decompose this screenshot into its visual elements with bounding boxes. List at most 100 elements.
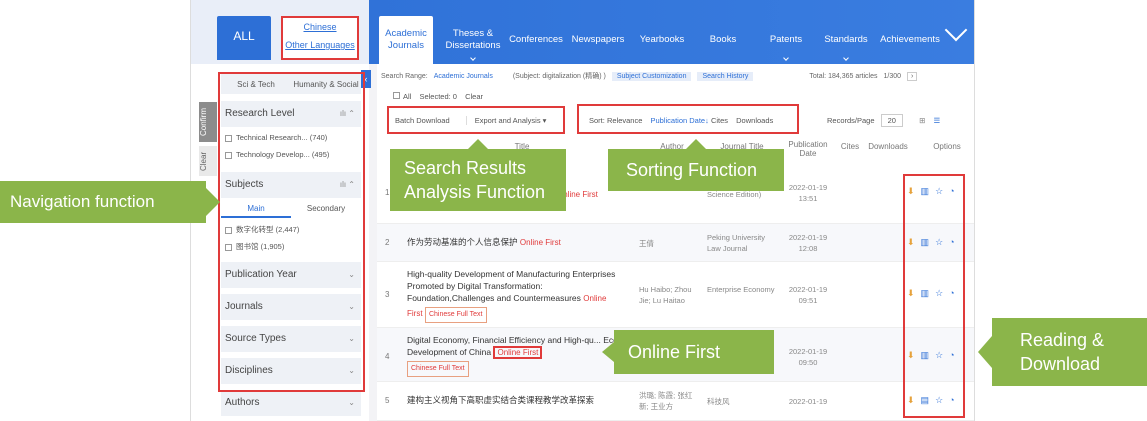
authors-header[interactable]: Authors ⌄ bbox=[221, 390, 361, 416]
online-first-callout: Online First bbox=[602, 330, 774, 374]
row-author[interactable]: Hu Haibo; Zhou Jie; Lu Haitao bbox=[639, 284, 699, 306]
chevron-down-icon: ⌄ bbox=[348, 398, 355, 407]
records-per-page: Records/Page 20 ⊞ ☰ bbox=[827, 114, 974, 127]
col-publication-date: Publication Date bbox=[788, 140, 828, 158]
chinese-link[interactable]: Chinese bbox=[283, 18, 357, 36]
chevron-down-icon bbox=[783, 55, 789, 61]
row-number: 2 bbox=[385, 238, 390, 247]
selected-count: Selected: 0 bbox=[419, 92, 457, 101]
tab-books[interactable]: Books bbox=[701, 16, 745, 64]
col-options: Options bbox=[933, 142, 961, 151]
row-date-time: 13:51 bbox=[798, 194, 818, 203]
tab-theses[interactable]: Theses & Dissertations bbox=[441, 16, 505, 64]
reading-download-callout: Reading & Download bbox=[978, 318, 1147, 386]
row-title[interactable]: 建构主义视角下高职虚实结合类课程教学改革探索 bbox=[407, 394, 621, 406]
tab-newspapers[interactable]: Newspapers bbox=[569, 16, 627, 64]
grid-view-icon[interactable]: ⊞ bbox=[919, 116, 925, 125]
row-date-day: 2022-01-19 bbox=[788, 183, 828, 192]
sidebar: Sci & Tech Humanity & Social ‹ Confirm C… bbox=[191, 64, 371, 421]
tab-patents-label: Patents bbox=[769, 34, 803, 45]
search-info-bar: Search Range: Academic Journals (Subject… bbox=[377, 68, 974, 84]
tab-theses-label: Theses & Dissertations bbox=[445, 28, 501, 51]
row-date-day: 2022-01-19 bbox=[788, 285, 828, 294]
list-view-icon[interactable]: ☰ bbox=[933, 116, 940, 125]
section-label: Authors bbox=[225, 397, 260, 408]
sort-publication-date[interactable]: Publication Date↓ bbox=[650, 116, 708, 125]
tab-standards[interactable]: Standards bbox=[821, 16, 871, 64]
next-page-icon[interactable]: › bbox=[907, 71, 918, 81]
row-title-text: 作为劳动基准的个人信息保护 bbox=[407, 237, 518, 247]
row-date-day: 2022-01-19 bbox=[788, 233, 828, 242]
language-selector: Chinese Other Languages bbox=[281, 16, 359, 60]
tab-standards-label: Standards bbox=[824, 34, 868, 45]
row-title[interactable]: 作为劳动基准的个人信息保护 Online First bbox=[407, 236, 621, 249]
full-text-tag[interactable]: Chinese Full Text bbox=[424, 307, 487, 323]
clear-selection-link[interactable]: Clear bbox=[465, 92, 483, 101]
navigation-callout: Navigation function bbox=[0, 181, 220, 223]
row-date: 2022-01-19 bbox=[783, 396, 833, 407]
online-first-tag: Online First bbox=[493, 346, 543, 359]
chevron-down-icon bbox=[470, 55, 476, 61]
search-range-value[interactable]: Academic Journals bbox=[434, 73, 493, 80]
sort-downloads[interactable]: Downloads bbox=[736, 116, 773, 125]
row-author[interactable]: 王倩 bbox=[639, 238, 699, 249]
row-number: 4 bbox=[385, 352, 390, 361]
records-label: Records/Page bbox=[827, 116, 875, 125]
subject-customization-button[interactable]: Subject Customization bbox=[611, 71, 692, 81]
row-number: 1 bbox=[385, 188, 390, 197]
row-number: 3 bbox=[385, 290, 390, 299]
confirm-button[interactable]: Confirm bbox=[199, 102, 217, 142]
selection-row: All Selected: 0 Clear bbox=[393, 92, 974, 101]
row-date-day: 2022-01-19 bbox=[788, 347, 828, 356]
full-text-tag[interactable]: Chinese Full Text bbox=[407, 361, 469, 377]
row-date: 2022-01-19 09:51 bbox=[783, 284, 833, 306]
tab-academic-journals[interactable]: Academic Journals bbox=[379, 16, 433, 64]
tab-patents[interactable]: Patents bbox=[761, 16, 811, 64]
row-number: 5 bbox=[385, 396, 390, 405]
row-journal[interactable]: Peking University Law Journal bbox=[707, 232, 777, 254]
col-downloads: Downloads bbox=[868, 142, 908, 151]
row-date-time: 12:08 bbox=[798, 244, 818, 253]
col-cites: Cites bbox=[840, 142, 860, 151]
records-select[interactable]: 20 bbox=[880, 114, 903, 127]
table-row[interactable]: 3 High-quality Development of Manufactur… bbox=[377, 262, 974, 328]
row-date-day: 2022-01-19 bbox=[788, 397, 828, 406]
row-author[interactable]: 洪璐; 陈霞; 张红新; 王业方 bbox=[639, 390, 699, 412]
clear-button[interactable]: Clear bbox=[199, 146, 217, 176]
row-title-text: 建构主义视角下高职虚实结合类课程教学改革探索 bbox=[407, 395, 595, 405]
analysis-callout: Search Results Analysis Function bbox=[390, 139, 566, 211]
online-first-tag: Online First bbox=[519, 238, 561, 247]
all-label: All bbox=[403, 92, 412, 101]
sort-relevance[interactable]: Relevance bbox=[607, 116, 642, 125]
all-tab[interactable]: ALL bbox=[217, 16, 271, 60]
batch-download-button[interactable]: Batch Download bbox=[395, 116, 450, 125]
sort-cites[interactable]: Cites bbox=[711, 116, 728, 125]
navigation-highlight-box bbox=[218, 72, 365, 392]
table-row[interactable]: 2 作为劳动基准的个人信息保护 Online First 王倩 Peking U… bbox=[377, 224, 974, 262]
export-analysis-button[interactable]: Export and Analysis ▾ bbox=[465, 116, 547, 125]
subject-query: (Subject: digitalization (精确) ) bbox=[512, 73, 606, 80]
row-journal[interactable]: 科技风 bbox=[707, 396, 777, 407]
row-date-time: 09:51 bbox=[798, 296, 818, 305]
total-count: Total: 184,365 articles bbox=[809, 72, 878, 80]
sort-label: Sort: bbox=[589, 116, 605, 125]
reading-download-highlight-box bbox=[903, 174, 965, 418]
sorting-callout: Sorting Function bbox=[608, 139, 784, 191]
screenshot-frame: ALL Chinese Other Languages Academic Jou… bbox=[190, 0, 975, 421]
row-date: 2022-01-19 13:51 bbox=[783, 182, 833, 204]
other-languages-link[interactable]: Other Languages bbox=[283, 36, 357, 54]
row-title[interactable]: High-quality Development of Manufacturin… bbox=[407, 268, 621, 323]
select-all-checkbox[interactable] bbox=[393, 92, 400, 99]
table-row[interactable]: 5 建构主义视角下高职虚实结合类课程教学改革探索 洪璐; 陈霞; 张红新; 王业… bbox=[377, 382, 974, 421]
page-indicator: 1/300 bbox=[883, 72, 902, 80]
search-range-label: Search Range: bbox=[381, 72, 428, 80]
chevron-down-icon bbox=[843, 55, 849, 61]
tab-achievements[interactable]: Achievements bbox=[879, 16, 941, 64]
row-journal[interactable]: Enterprise Economy bbox=[707, 284, 777, 295]
row-date: 2022-01-19 09:50 bbox=[783, 346, 833, 368]
row-date: 2022-01-19 12:08 bbox=[783, 232, 833, 254]
tab-yearbooks[interactable]: Yearbooks bbox=[633, 16, 691, 64]
row-date-time: 09:50 bbox=[798, 358, 818, 367]
tab-conferences[interactable]: Conferences bbox=[507, 16, 565, 64]
search-history-button[interactable]: Search History bbox=[697, 71, 754, 81]
